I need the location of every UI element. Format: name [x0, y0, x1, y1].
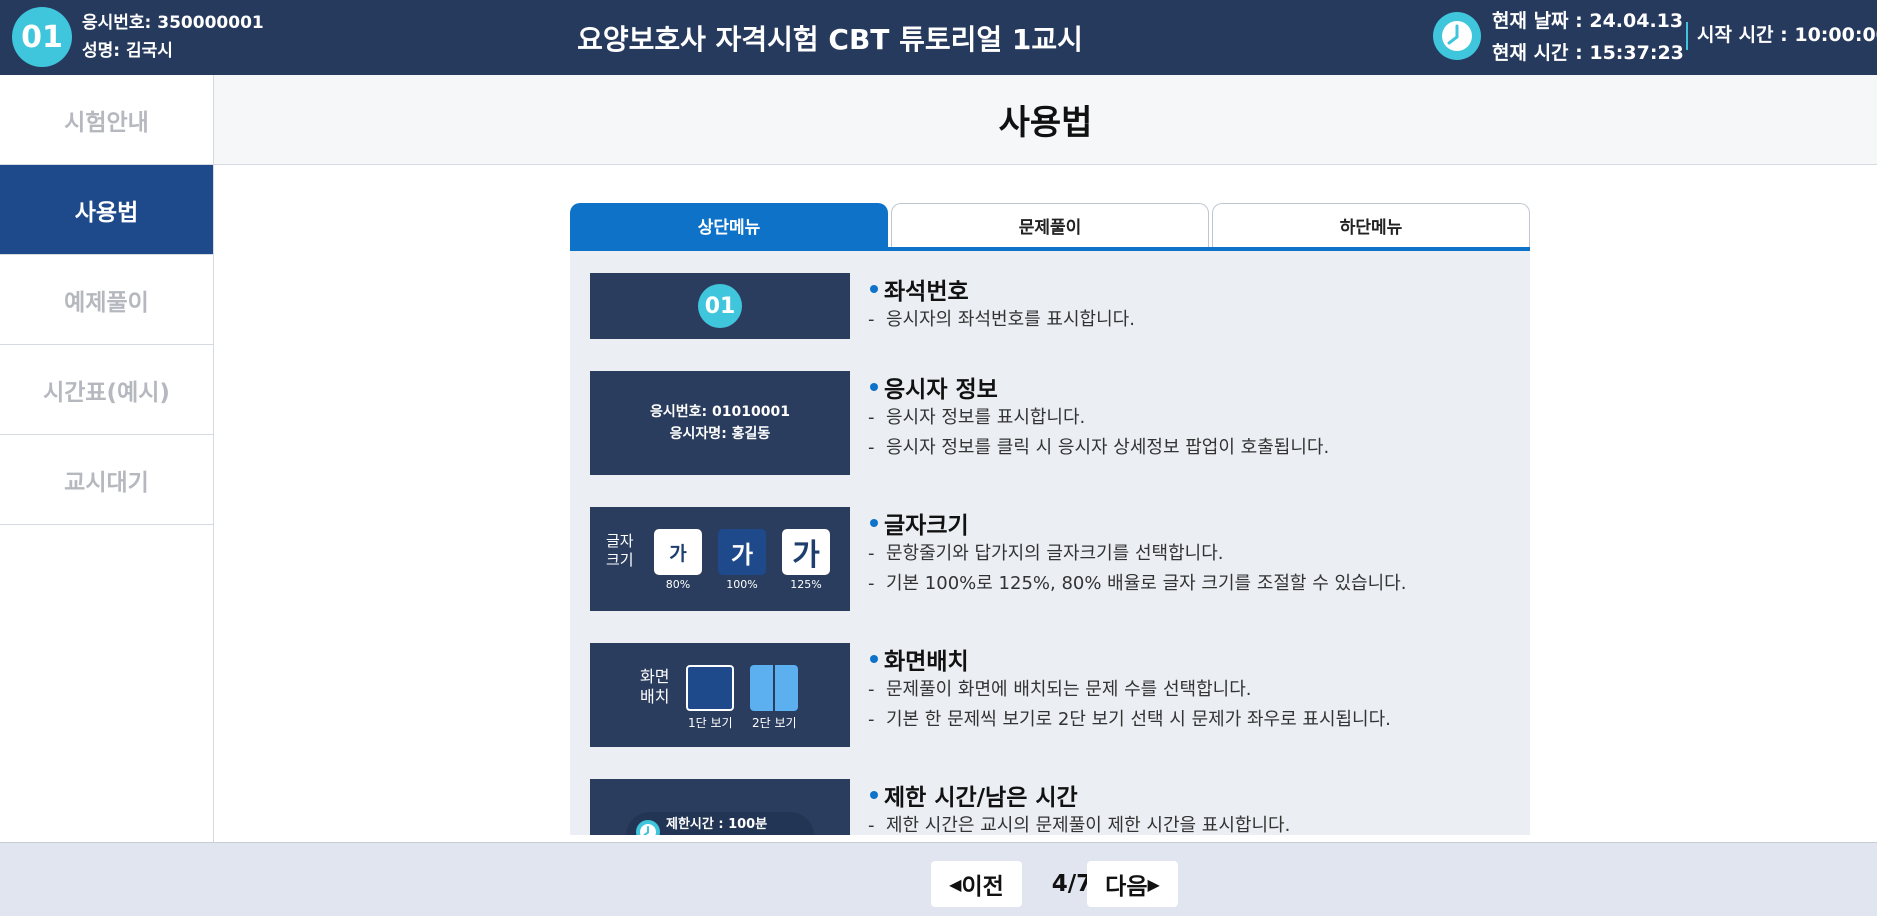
- font-size-100-option: 가: [718, 529, 766, 575]
- sidebar-item-example[interactable]: 예제풀이: [0, 255, 213, 345]
- section-line: - 기본 한 문제씩 보기로 2단 보기 선택 시 문제가 좌우로 표시됩니다.: [868, 709, 1391, 730]
- section-screen-layout: 화면 배치 1단 보기 2단 보기 화면배치 - 문제풀이 화면에 배치되는 문…: [590, 643, 1510, 747]
- section-line: - 문항줄기와 답가지의 글자크기를 선택합니다.: [868, 543, 1224, 564]
- start-time: 시작 시간 : 10:00:00: [1697, 24, 1877, 46]
- sidebar-item-timetable[interactable]: 시간표(예시): [0, 345, 213, 435]
- seat-number-badge: 01: [12, 7, 72, 67]
- current-time: 현재 시간 : 15:37:23: [1492, 42, 1684, 64]
- tab-bottom-menu[interactable]: 하단메뉴: [1212, 203, 1530, 247]
- sidebar-item-exam-guide[interactable]: 시험안내: [0, 75, 213, 165]
- preview-candidate-info: 응시번호: 01010001 응시자명: 홍길동: [590, 371, 850, 475]
- prev-button[interactable]: ◀ 이전: [931, 861, 1022, 907]
- sidebar-item-usage[interactable]: 사용법: [0, 165, 213, 255]
- header-divider: [1686, 22, 1688, 50]
- section-title: 응시자 정보: [884, 377, 998, 403]
- preview-seat-badge: 01: [698, 284, 742, 328]
- page-title: 사용법: [214, 75, 1877, 165]
- caret-right-icon: ▶: [1147, 874, 1160, 894]
- section-description: 글자크기 - 문항줄기와 답가지의 글자크기를 선택합니다. - 기본 100%…: [868, 507, 1508, 599]
- section-line: - 응시자 정보를 표시합니다.: [868, 407, 1086, 428]
- preview-candidate-id: 응시번호: 01010001: [650, 404, 790, 420]
- preview-screen-layout: 화면 배치 1단 보기 2단 보기: [590, 643, 850, 747]
- bullet-icon: [870, 791, 878, 799]
- section-font-size: 글자 크기 가 80% 가 100% 가 125% 글자크기 - 문항줄기와 답…: [590, 507, 1510, 611]
- usage-panel[interactable]: 01 좌석번호 - 응시자의 좌석번호를 표시합니다. 응시번호: 010100…: [570, 251, 1530, 835]
- bullet-icon: [870, 519, 878, 527]
- preview-font-size: 글자 크기 가 80% 가 100% 가 125%: [590, 507, 850, 611]
- section-time-limit: 제한시간 : 100분 제한 시간/남은 시간 - 제한 시간은 교시의 문제풀…: [590, 779, 1510, 835]
- section-line: - 제한 시간은 교시의 문제풀이 제한 시간을 표시합니다.: [868, 815, 1291, 835]
- tab-bar: 상단메뉴 문제풀이 하단메뉴: [570, 203, 1530, 251]
- section-line: - 응시자의 좌석번호를 표시합니다.: [868, 309, 1135, 330]
- section-line: - 응시자 정보를 클릭 시 응시자 상세정보 팝업이 호출됩니다.: [868, 437, 1330, 458]
- font-size-125-option: 가: [782, 529, 830, 575]
- timer-pill: 제한시간 : 100분: [626, 812, 814, 835]
- section-description: 제한 시간/남은 시간 - 제한 시간은 교시의 문제풀이 제한 시간을 표시합…: [868, 779, 1508, 835]
- bullet-icon: [870, 285, 878, 293]
- candidate-info[interactable]: 응시번호: 350000001 성명: 김국시: [82, 9, 264, 65]
- tab-top-menu[interactable]: 상단메뉴: [570, 203, 888, 247]
- preview-time-limit: 제한시간 : 100분: [590, 779, 850, 835]
- bottom-nav: ◀ 이전 4/7 다음 ▶: [0, 842, 1877, 916]
- section-title: 화면배치: [884, 649, 969, 675]
- datetime-display: 현재 날짜 : 24.04.13 현재 시간 : 15:37:23: [1492, 5, 1684, 69]
- clock-icon: [1433, 12, 1481, 60]
- candidate-id[interactable]: 응시번호: 350000001: [82, 9, 264, 37]
- top-header: 01 응시번호: 350000001 성명: 김국시 요양보호사 자격시험 CB…: [0, 0, 1877, 75]
- section-seat-number: 01 좌석번호 - 응시자의 좌석번호를 표시합니다.: [590, 273, 1510, 339]
- clock-icon: [636, 820, 660, 835]
- sidebar-item-waiting[interactable]: 교시대기: [0, 435, 213, 525]
- font-size-80-option: 가: [654, 529, 702, 575]
- tab-problem-solving[interactable]: 문제풀이: [891, 203, 1209, 247]
- section-candidate-info: 응시번호: 01010001 응시자명: 홍길동 응시자 정보 - 응시자 정보…: [590, 371, 1510, 475]
- section-title: 좌석번호: [884, 279, 969, 305]
- section-description: 응시자 정보 - 응시자 정보를 표시합니다. - 응시자 정보를 클릭 시 응…: [868, 371, 1508, 463]
- preview-seat-number: 01: [590, 273, 850, 339]
- caret-left-icon: ◀: [949, 874, 962, 894]
- preview-candidate-name: 응시자명: 홍길동: [669, 426, 771, 442]
- bullet-icon: [870, 655, 878, 663]
- section-line: - 문제풀이 화면에 배치되는 문제 수를 선택합니다.: [868, 679, 1252, 700]
- single-column-layout-icon: [686, 665, 734, 711]
- two-column-layout-icon: [750, 665, 798, 711]
- section-title: 제한 시간/남은 시간: [884, 785, 1078, 811]
- current-date: 현재 날짜 : 24.04.13: [1492, 10, 1684, 32]
- section-description: 좌석번호 - 응시자의 좌석번호를 표시합니다.: [868, 273, 1508, 335]
- bullet-icon: [870, 383, 878, 391]
- section-description: 화면배치 - 문제풀이 화면에 배치되는 문제 수를 선택합니다. - 기본 한…: [868, 643, 1508, 735]
- section-line: - 기본 100%로 125%, 80% 배율로 글자 크기를 조절할 수 있습…: [868, 573, 1407, 594]
- sidebar: 시험안내 사용법 예제풀이 시간표(예시) 교시대기: [0, 75, 214, 842]
- exam-title: 요양보호사 자격시험 CBT 튜토리얼 1교시: [577, 22, 1083, 56]
- time-limit-text: 제한시간 : 100분: [666, 817, 768, 832]
- candidate-name[interactable]: 성명: 김국시: [82, 37, 264, 65]
- next-button[interactable]: 다음 ▶: [1087, 861, 1178, 907]
- section-title: 글자크기: [884, 513, 969, 539]
